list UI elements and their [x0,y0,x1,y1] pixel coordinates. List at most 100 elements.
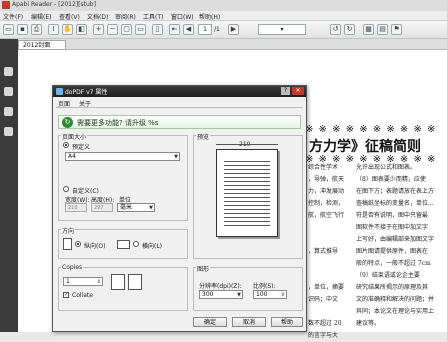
doc-right-column: 允许出现公式和图表。 （8）图表要少而精，应使 在图下方；表题请放在表上方 查稿… [356,162,446,330]
open-folder-icon[interactable]: ▭ [3,24,14,35]
attachments-panel-icon[interactable] [4,127,13,136]
orientation-label: 方向 [61,226,76,235]
width-input[interactable]: 210 [65,203,87,212]
rotate-left-icon[interactable]: ↺ [330,24,341,35]
menu-tools[interactable]: 工具(T) [143,12,163,21]
predefined-label: 预定义 [72,144,91,151]
page-size-select[interactable]: A4 ▼ [65,152,180,161]
next-page-icon[interactable]: ▶ [228,24,239,35]
fit-page-icon[interactable]: ▢ [121,24,132,35]
landscape-label: 横向(L) [142,243,163,250]
custom-radio[interactable] [63,186,69,192]
continuous-icon[interactable]: ▤ [377,24,388,35]
print-icon[interactable]: ⎙ [31,24,42,35]
chevron-down-icon: ▼ [237,292,241,298]
landscape-radio[interactable] [133,241,139,247]
zoom-in-icon[interactable]: + [93,24,104,35]
page-total: /1 [214,26,220,33]
save-icon[interactable]: ▪ [17,24,28,35]
pages-panel-icon[interactable] [4,87,13,96]
doc-line [308,222,352,234]
doc-line: 研究结果所揭示的原理及其 [356,284,429,291]
tab-document[interactable]: 2012封面 × [18,40,66,58]
bookmark-icon[interactable]: ⚑ [391,24,402,35]
cancel-button[interactable]: 取消 [232,317,266,327]
doc-line [308,258,352,270]
menu-window[interactable]: 窗口(W) [171,12,194,21]
menu-help[interactable]: 帮助(H) [199,12,220,21]
doc-line: 建议等。 [356,320,381,327]
copies-stepper[interactable]: 1 ⇕ [63,277,103,286]
collate-label: Collate [72,292,93,299]
portrait-label: 纵向(O) [84,243,106,250]
doc-line: 上写好，由编辑部来加图文字 [356,236,435,243]
zoom-select[interactable]: ▾ [258,24,306,35]
doc-line: 查稿纸坐标的变量名，单位... [356,200,434,207]
collate-checkbox[interactable]: ✓ [63,292,69,298]
dialog-title-bar[interactable]: doPDF v7 属性 ? ✕ [53,86,306,97]
doc-line: ，算式推导 [308,248,339,255]
doc-line: 力，冲发展动 [308,188,345,195]
single-page-icon[interactable]: ▯ [152,24,163,35]
doc-line: 在图下方；表题请放在表上方 [356,188,435,195]
unit-select[interactable]: 毫米 ▼ [117,203,155,212]
doc-line: 图片图请提供原件，图表在 [356,248,429,255]
menu-bar: 文件(F) 编辑(E) 查看(V) 文档(D) 审阅(R) 工具(T) 窗口(W… [0,11,447,21]
tab-divider [56,107,303,108]
doc-line: ，单位，摘要 [308,284,345,291]
doc-heading: 方力学》征稿简则 [309,139,421,155]
scale-value: 100 [256,291,268,298]
decorative-stars-top: ※ ※ ※ ※ ※ ※ ※ ※ ※ ※ [305,124,437,135]
zoom-out-icon[interactable]: − [107,24,118,35]
menu-file[interactable]: 文件(F) [3,12,23,21]
help-button[interactable]: 帮助 [271,317,303,327]
select-text-icon[interactable]: I [48,24,59,35]
prev-page-icon[interactable]: ◀ [183,24,194,35]
resolution-value: 300 [202,291,214,298]
app-title: Apabi Reader - [2012][stub] [12,1,96,8]
upgrade-banner[interactable]: ↻ 需要更多功能? 请升级 %s [58,115,301,129]
snapshot-icon[interactable]: ◧ [76,24,87,35]
bookmarks-panel-icon[interactable] [4,67,13,76]
scale-label: 比例(S): [253,283,276,290]
doc-line: 符是否有说明，图中只留最 [356,212,429,219]
scale-stepper[interactable]: 100 ⇕ [253,290,287,299]
upgrade-arrow-icon: ↻ [62,117,73,128]
ok-button[interactable]: 确定 [193,317,227,327]
portrait-page-icon [63,238,72,250]
properties-dialog: doPDF v7 属性 ? ✕ 页面 关于 ↻ 需要更多功能? 请升级 %s 页… [52,85,307,332]
annotations-panel-icon[interactable] [4,107,13,116]
help-icon[interactable]: ? [281,87,290,95]
doc-line: 航，航空飞行 [308,212,345,219]
copies-pages-icon [111,274,125,290]
doc-line: 数不超过 20 [308,320,342,327]
chevron-down-icon: ▼ [174,154,178,160]
upgrade-banner-text: 需要更多功能? 请升级 %s [77,119,159,127]
unit-value: 毫米 [120,204,133,211]
app-logo-icon [2,1,10,9]
thumbnail-icon[interactable]: ▦ [363,24,374,35]
rotate-right-icon[interactable]: ↻ [344,24,355,35]
predefined-radio[interactable] [63,142,69,148]
menu-review[interactable]: 审阅(R) [115,12,136,21]
fit-width-icon[interactable]: ▭ [135,24,146,35]
menu-view[interactable]: 查看(V) [59,12,80,21]
height-input[interactable]: 297 [91,203,113,212]
close-icon[interactable]: ✕ [292,87,304,95]
left-sidebar [0,39,18,332]
doc-line [308,234,352,246]
doc-line: 控制，检测， [308,200,345,207]
doc-line: （8）图表要少而精，应使 [356,176,426,183]
doc-line: 异同；本论文在理论与实用上 [356,308,435,315]
doc-line: 识码；中文 [308,296,339,303]
menu-document[interactable]: 文档(D) [87,12,108,21]
doc-line: 般的特点，一般不超过 7cm [356,260,431,267]
doc-line [308,306,352,318]
menu-edit[interactable]: 编辑(E) [31,12,51,21]
first-page-icon[interactable]: ⇤ [169,24,180,35]
custom-label: 自定义(C) [72,188,99,195]
hand-tool-icon[interactable]: ✋ [62,24,73,35]
resolution-select[interactable]: 300 ▼ [199,290,243,299]
portrait-radio[interactable] [75,241,81,247]
page-number-input[interactable]: 1 [198,24,212,35]
